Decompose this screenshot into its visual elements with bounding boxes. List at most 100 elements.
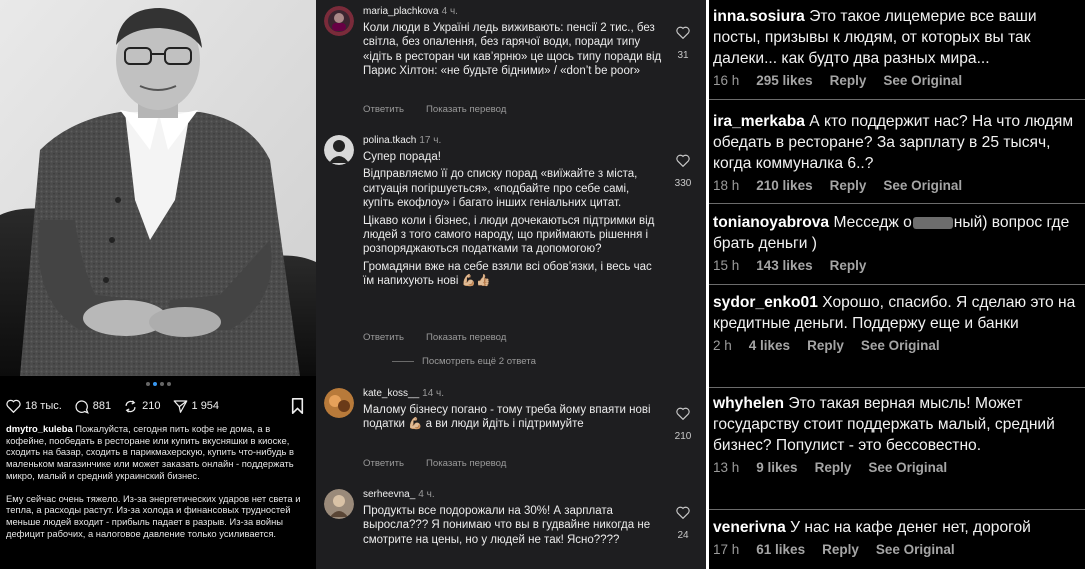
comment-like[interactable]: 24	[670, 506, 696, 541]
comment-time: 18 h	[713, 178, 740, 193]
translate-button[interactable]: Показать перевод	[426, 104, 506, 115]
comment-likes[interactable]: 143 likes	[756, 258, 812, 273]
avatar-image	[324, 489, 354, 519]
send-icon	[173, 400, 187, 413]
see-original-button[interactable]: See Original	[876, 542, 955, 557]
censored-word	[912, 216, 953, 229]
comment-like[interactable]: 210	[670, 407, 696, 442]
divider	[709, 509, 1085, 510]
reply-button[interactable]: Ответить	[363, 458, 404, 469]
share-button[interactable]: 1 954	[173, 399, 219, 413]
caption-paragraph: Ему сейчас очень тяжело. Из-за энергетич…	[6, 492, 301, 539]
post-photo[interactable]	[0, 0, 316, 376]
avatar-image	[324, 388, 354, 418]
comment-item: ira_merkaba А кто поддержит нас? На что …	[713, 111, 1083, 193]
comment-likes[interactable]: 210 likes	[756, 178, 812, 193]
comment-likes[interactable]: 295 likes	[756, 73, 812, 88]
comment-username[interactable]: ira_merkaba	[713, 113, 805, 130]
caption-username[interactable]: dmytro_kuleba	[6, 423, 73, 434]
replies-line	[392, 361, 414, 362]
comment-meta: 17 h 61 likes Reply See Original	[713, 542, 1083, 557]
reply-button[interactable]: Reply	[830, 178, 867, 193]
see-original-button[interactable]: See Original	[868, 460, 947, 475]
comment-username[interactable]: maria_plachkova	[363, 6, 439, 17]
comment-time: 4 ч.	[418, 489, 435, 500]
comment-username[interactable]: venerivna	[713, 519, 786, 536]
comment-text: inna.sosiura Это такое лицемерие все ваш…	[713, 6, 1083, 69]
comment-item: sydor_enko01 Хорошо, спасибо. Я сделаю э…	[713, 292, 1083, 353]
comment-meta: Ответить Показать перевод	[363, 104, 528, 115]
avatar[interactable]	[324, 489, 354, 519]
comment-body: Месседж о	[833, 214, 912, 231]
comment-time: 17 ч.	[419, 135, 442, 146]
divider	[709, 284, 1085, 285]
carousel-dot	[159, 382, 164, 386]
comment-header: polina.tkach 17 ч.	[363, 135, 441, 146]
comment-username[interactable]: tonianoyabrova	[713, 214, 829, 231]
comment-like[interactable]: 31	[670, 26, 696, 61]
comment-body: У нас на кафе денег нет, дорогой	[790, 519, 1031, 536]
comment-icon	[75, 399, 89, 414]
comment-username[interactable]: inna.sosiura	[713, 8, 805, 25]
reply-button[interactable]: Reply	[822, 542, 859, 557]
repost-count: 210	[142, 400, 161, 412]
comment-paragraph: Відправляємо її до списку порад «виїжайт…	[363, 168, 638, 210]
comment-meta: 13 h 9 likes Reply See Original	[713, 460, 1083, 475]
comment-text: sydor_enko01 Хорошо, спасибо. Я сделаю э…	[713, 292, 1083, 334]
panel-divider	[706, 0, 709, 569]
comments-panel-black: inna.sosiura Это такое лицемерие все ваш…	[709, 0, 1085, 569]
reply-button[interactable]: Reply	[815, 460, 852, 475]
view-replies-label: Посмотреть ещё 2 ответа	[422, 356, 536, 367]
comment-paragraph: Супер порада!	[363, 151, 441, 163]
post-photo-image	[0, 0, 316, 376]
comment-button[interactable]: 881	[74, 399, 111, 414]
see-original-button[interactable]: See Original	[861, 338, 940, 353]
carousel-dot-active	[152, 382, 157, 386]
comment-time: 13 h	[713, 460, 740, 475]
comment-likes[interactable]: 61 likes	[756, 542, 805, 557]
translate-button[interactable]: Показать перевод	[426, 458, 506, 469]
comment-header: kate_koss__ 14 ч.	[363, 388, 444, 399]
reply-button[interactable]: Reply	[830, 73, 867, 88]
repost-button[interactable]: 210	[123, 399, 161, 414]
avatar[interactable]	[324, 6, 354, 36]
comment-header: serheevna_ 4 ч.	[363, 489, 435, 500]
heart-icon	[6, 399, 21, 413]
reply-button[interactable]: Reply	[830, 258, 867, 273]
comment-username[interactable]: sydor_enko01	[713, 294, 818, 311]
comment-time: 16 h	[713, 73, 740, 88]
translate-button[interactable]: Показать перевод	[426, 332, 506, 343]
comment-likes[interactable]: 9 likes	[756, 460, 797, 475]
comment-like[interactable]: 330	[670, 154, 696, 189]
like-button[interactable]: 18 тыс.	[6, 399, 62, 413]
comment-like-count: 330	[674, 178, 692, 189]
bookmark-icon[interactable]	[291, 398, 304, 414]
see-original-button[interactable]: See Original	[883, 178, 962, 193]
see-original-button[interactable]: See Original	[883, 73, 962, 88]
carousel-dot	[145, 382, 150, 386]
reply-button[interactable]: Ответить	[363, 104, 404, 115]
like-count: 18 тыс.	[25, 400, 62, 412]
reply-button[interactable]: Reply	[807, 338, 844, 353]
post-actions: 18 тыс. 881 210 1 954	[6, 396, 310, 416]
comment-meta: 18 h 210 likes Reply See Original	[713, 178, 1083, 193]
comment-time: 17 h	[713, 542, 740, 557]
comment-item: tonianoyabrova Месседж о ный) вопрос где …	[713, 212, 1083, 273]
comment-username[interactable]: serheevna_	[363, 489, 415, 500]
carousel-dots	[0, 382, 316, 386]
comment-likes[interactable]: 4 likes	[749, 338, 790, 353]
comment-username[interactable]: whyhelen	[713, 395, 784, 412]
comment-username[interactable]: polina.tkach	[363, 135, 416, 146]
comment-text: Коли люди в Україні ледь виживають: пенс…	[363, 21, 663, 79]
post-panel: 18 тыс. 881 210 1 954 dmytro_kuleba Пожа…	[0, 0, 316, 569]
avatar[interactable]	[324, 388, 354, 418]
avatar[interactable]	[324, 135, 354, 165]
comment-item: kate_koss__ 14 ч. Малому бізнесу погано -…	[324, 388, 696, 478]
divider	[709, 203, 1085, 204]
comment-paragraph: Продукты все подорожали на 30%! А зарпла…	[363, 505, 651, 546]
heart-icon	[676, 154, 690, 167]
comment-time: 4 ч.	[441, 6, 458, 17]
reply-button[interactable]: Ответить	[363, 332, 404, 343]
view-replies-button[interactable]: Посмотреть ещё 2 ответа	[392, 356, 536, 367]
comment-username[interactable]: kate_koss__	[363, 388, 419, 399]
